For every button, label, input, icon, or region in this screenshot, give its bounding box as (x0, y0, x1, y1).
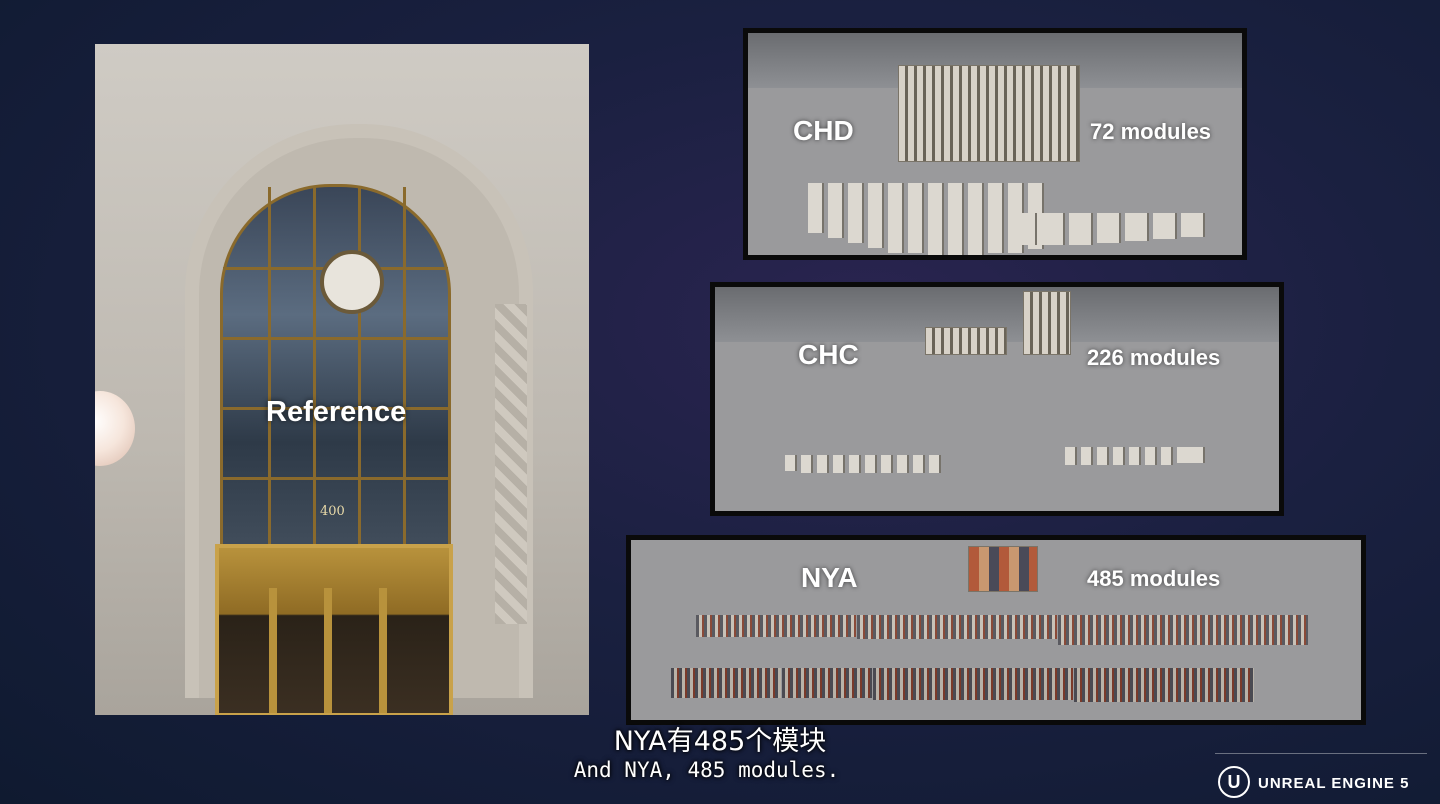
branding-divider (1215, 753, 1427, 754)
chd-module-count: 72 modules (1090, 119, 1212, 144)
branding-name: UNREAL ENGINE 5 (1258, 775, 1410, 792)
chd-panel: CHD 72 modules (743, 28, 1247, 260)
subtitle-english: And NYA, 485 modules. (573, 758, 840, 782)
nya-modules-row-1 (696, 615, 1308, 645)
lamp-globe (95, 391, 135, 466)
brass-doors (215, 544, 453, 715)
chc-tower (1023, 291, 1071, 355)
chc-module-count: 226 modules (1087, 345, 1221, 370)
nya-label: NYA (801, 562, 858, 593)
nya-building (968, 546, 1038, 592)
chc-panel: CHC 226 modules (710, 282, 1284, 516)
chd-label: CHD (793, 115, 854, 146)
chd-modules (808, 183, 1044, 255)
address-number: 400 (320, 504, 345, 519)
chc-building-low (925, 327, 1007, 355)
chc-modules (785, 455, 941, 473)
nya-module-count: 485 modules (1087, 566, 1221, 591)
unreal-logo-icon: U (1218, 766, 1250, 798)
reference-label: Reference (266, 396, 407, 428)
twisted-column-right (495, 304, 527, 624)
nya-panel: NYA 485 modules (626, 535, 1366, 725)
chc-label: CHC (798, 339, 859, 370)
chd-building (898, 65, 1080, 162)
reference-photo: 400 (95, 44, 589, 715)
nya-modules-row-2 (671, 668, 1254, 702)
arched-window (220, 184, 451, 555)
clock-icon (320, 250, 384, 314)
